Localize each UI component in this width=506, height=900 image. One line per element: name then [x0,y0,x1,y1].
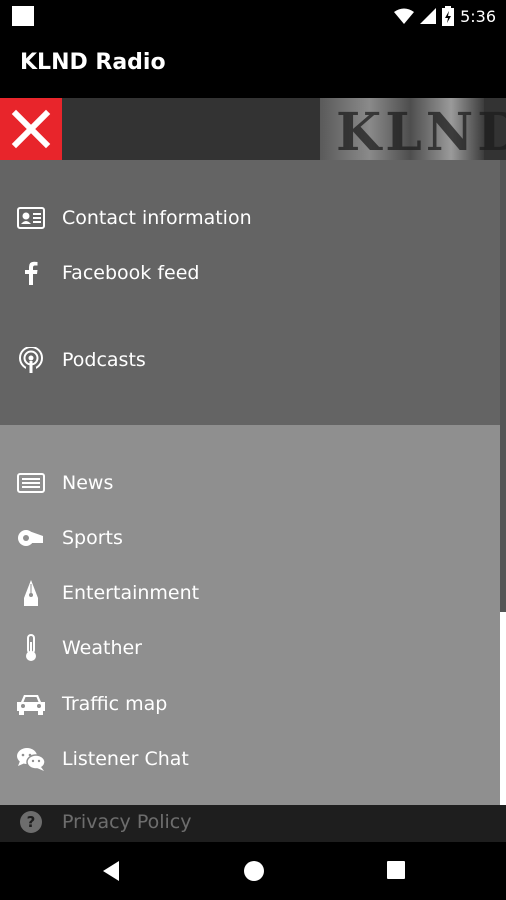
signal-icon [420,8,437,24]
wifi-icon [394,8,415,24]
menu-item-podcasts[interactable]: Podcasts [0,337,500,383]
menu-label: Facebook feed [62,262,200,284]
newspaper-icon [16,468,46,498]
menu-label: Entertainment [62,582,200,604]
menu-label: Privacy Policy [62,811,192,833]
thermometer-icon [16,633,46,663]
navigation-bar [0,842,506,900]
close-icon [11,109,51,149]
clock: 5:36 [460,6,496,26]
battery-icon [442,6,455,26]
home-icon[interactable] [243,860,265,882]
drawer-banner: KLND [0,98,506,160]
menu-label: Sports [62,527,123,549]
station-logo-text: KLND [336,102,506,160]
menu-item-listener-chat[interactable]: Listener Chat [0,736,500,782]
whistle-icon [16,523,46,553]
app-bar: KLND Radio [0,32,506,98]
car-icon [16,689,46,719]
station-logo-image: KLND [320,98,506,160]
menu-item-facebook-feed[interactable]: Facebook feed [0,250,500,296]
menu-label: Listener Chat [62,748,189,770]
menu-label: Contact information [62,207,252,229]
podcast-icon [16,345,46,375]
status-bar: 5:36 [0,0,506,32]
svg-text:?: ? [27,813,36,831]
menu-item-news[interactable]: News [0,460,500,506]
status-icons: 5:36 [394,4,496,28]
drawer-footer-overlay: ? Privacy Policy [0,805,506,842]
menu-item-weather[interactable]: Weather [0,625,500,671]
menu-label: Weather [62,637,142,659]
drawer-section-content: News Sports Entertainment Weather Traffi… [0,425,500,805]
chat-icon [16,744,46,774]
notification-icon [12,6,34,26]
menu-item-traffic-map[interactable]: Traffic map [0,681,500,727]
menu-label: Podcasts [62,349,146,371]
recents-icon[interactable] [386,860,406,880]
close-button[interactable] [0,98,62,160]
help-icon: ? [16,807,46,837]
scrollbar-thumb[interactable] [500,612,506,805]
menu-item-sports[interactable]: Sports [0,515,500,561]
drawer-section-primary: Contact information Facebook feed Podcas… [0,160,500,425]
menu-item-contact-information[interactable]: Contact information [0,195,500,241]
contact-card-icon [16,203,46,233]
pen-nib-icon [16,578,46,608]
app-title: KLND Radio [20,50,166,75]
menu-item-entertainment[interactable]: Entertainment [0,570,500,616]
menu-label: News [62,472,114,494]
menu-item-privacy-policy[interactable]: ? Privacy Policy [0,805,500,842]
facebook-icon [16,258,46,288]
back-icon[interactable] [101,860,121,882]
menu-label: Traffic map [62,693,168,715]
